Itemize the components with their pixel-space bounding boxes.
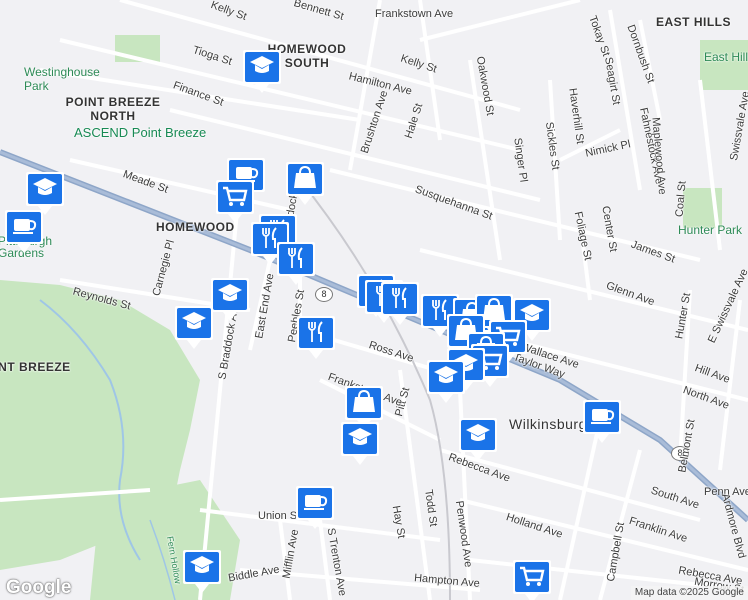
map-marker-grocery[interactable] <box>215 178 255 226</box>
neighborhood-label: Wilkinsburg <box>509 416 587 432</box>
park-label: East Hills <box>704 50 748 64</box>
map-marker-school[interactable] <box>242 48 282 96</box>
map-marker-restaurant[interactable] <box>380 280 420 328</box>
street-label: Frankstown Ave <box>375 8 454 20</box>
map-marker-restaurant[interactable] <box>276 240 316 288</box>
map-marker-school[interactable] <box>25 170 65 218</box>
map-marker-school[interactable] <box>340 420 380 468</box>
map-marker-school[interactable] <box>210 276 250 324</box>
map-marker-school[interactable] <box>458 416 498 464</box>
map-marker-grocery[interactable] <box>512 558 552 600</box>
map-attribution[interactable]: Map data ©2025 Google <box>630 586 748 600</box>
map-marker-cafe[interactable] <box>295 484 335 532</box>
street-label: Union St <box>258 510 301 522</box>
poi-label: ASCEND Point Breeze <box>74 125 207 140</box>
google-logo: Google <box>6 577 72 598</box>
map-marker-school[interactable] <box>174 304 214 352</box>
map-marker-school[interactable] <box>182 548 222 596</box>
map-marker-cafe[interactable] <box>582 398 622 446</box>
route-shield: 8 <box>315 287 333 302</box>
map-marker-school[interactable] <box>426 358 466 406</box>
park-label: Westinghouse Park <box>24 65 100 93</box>
map-marker-store[interactable] <box>285 160 325 208</box>
park-label: Hunter Park <box>678 223 743 237</box>
map-canvas[interactable]: 8 8 EAST HILLS HOMEWOOD SOUTH POINT BREE… <box>0 0 748 600</box>
neighborhood-label: POINT BREEZE <box>0 360 71 374</box>
map-marker-restaurant[interactable] <box>296 314 336 362</box>
neighborhood-label: POINT BREEZE NORTH <box>65 95 161 123</box>
neighborhood-label: EAST HILLS <box>656 15 732 29</box>
